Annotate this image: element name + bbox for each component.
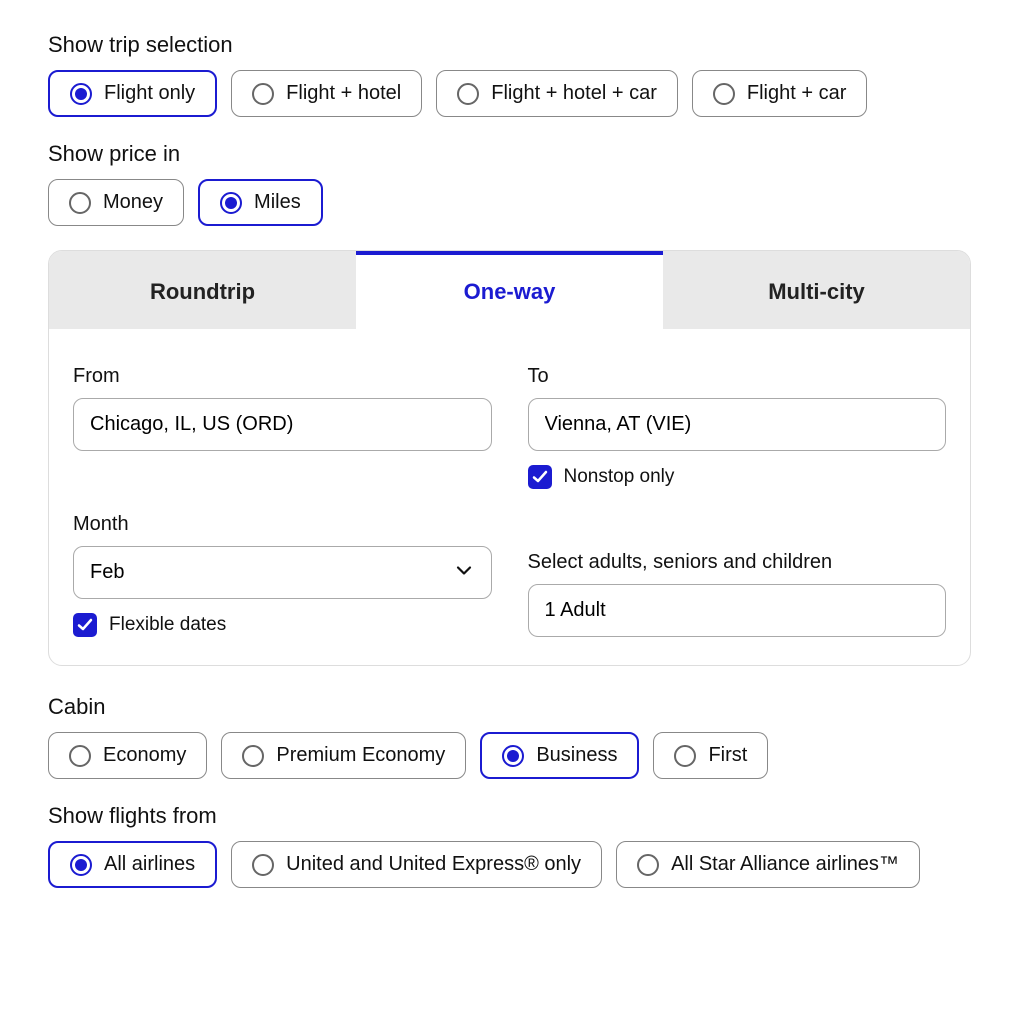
flights-from-option-united-and-united-express-only[interactable]: United and United Express® only — [231, 841, 602, 888]
travelers-label: Select adults, seniors and children — [528, 551, 947, 574]
from-input[interactable] — [73, 398, 492, 451]
nonstop-label: Nonstop only — [564, 466, 675, 488]
radio-icon — [220, 192, 242, 214]
travelers-select[interactable] — [528, 584, 947, 637]
month-label: Month — [73, 513, 492, 536]
cabin-option-label: Economy — [103, 744, 186, 767]
radio-icon — [242, 745, 264, 767]
trip-selection-option-label: Flight + hotel + car — [491, 82, 657, 105]
trip-selection-option-label: Flight + car — [747, 82, 846, 105]
cabin-option-label: Business — [536, 744, 617, 767]
trip-selection-group: Flight only Flight + hotel Flight + hotel … — [48, 70, 971, 117]
price-in-option-label: Miles — [254, 191, 301, 214]
trip-selection-option-flight-hotel[interactable]: Flight + hotel — [231, 70, 422, 117]
flights-from-option-label: All Star Alliance airlines™ — [671, 853, 899, 876]
price-in-option-money[interactable]: Money — [48, 179, 184, 226]
flexible-dates-checkbox-row[interactable]: Flexible dates — [73, 613, 492, 637]
radio-icon — [69, 192, 91, 214]
price-in-group: Money Miles — [48, 179, 971, 226]
radio-icon — [637, 854, 659, 876]
tab-roundtrip[interactable]: Roundtrip — [49, 251, 356, 329]
trip-type-tabs: RoundtripOne-wayMulti-city — [49, 251, 970, 329]
radio-icon — [70, 854, 92, 876]
radio-icon — [502, 745, 524, 767]
radio-icon — [674, 745, 696, 767]
radio-icon — [713, 83, 735, 105]
month-group: Month Flexible dates — [73, 513, 492, 637]
trip-selection-option-flight-hotel-car[interactable]: Flight + hotel + car — [436, 70, 678, 117]
cabin-option-economy[interactable]: Economy — [48, 732, 207, 779]
cabin-option-label: First — [708, 744, 747, 767]
radio-icon — [252, 83, 274, 105]
trip-type-panel: RoundtripOne-wayMulti-city From To Nonst… — [48, 250, 971, 666]
cabin-option-business[interactable]: Business — [480, 732, 639, 779]
trip-selection-option-flight-only[interactable]: Flight only — [48, 70, 217, 117]
trip-selection-label: Show trip selection — [48, 32, 971, 58]
cabin-option-label: Premium Economy — [276, 744, 445, 767]
cabin-option-first[interactable]: First — [653, 732, 768, 779]
to-group: To Nonstop only — [528, 365, 947, 489]
flights-from-group: All airlines United and United Express® o… — [48, 841, 971, 888]
to-label: To — [528, 365, 947, 388]
radio-icon — [69, 745, 91, 767]
trip-selection-option-label: Flight only — [104, 82, 195, 105]
price-in-option-label: Money — [103, 191, 163, 214]
tab-multi-city[interactable]: Multi-city — [663, 251, 970, 329]
cabin-label: Cabin — [48, 694, 971, 720]
checkbox-checked-icon — [528, 465, 552, 489]
search-form-body: From To Nonstop only Month — [49, 329, 970, 665]
nonstop-checkbox-row[interactable]: Nonstop only — [528, 465, 947, 489]
checkbox-checked-icon — [73, 613, 97, 637]
radio-icon — [70, 83, 92, 105]
trip-selection-option-flight-car[interactable]: Flight + car — [692, 70, 867, 117]
travelers-group: Select adults, seniors and children — [528, 513, 947, 637]
month-select[interactable] — [73, 546, 492, 599]
from-group: From — [73, 365, 492, 489]
flexible-dates-label: Flexible dates — [109, 614, 226, 636]
flights-from-option-label: United and United Express® only — [286, 853, 581, 876]
cabin-option-premium-economy[interactable]: Premium Economy — [221, 732, 466, 779]
flights-from-option-all-star-alliance-airlines[interactable]: All Star Alliance airlines™ — [616, 841, 920, 888]
radio-icon — [252, 854, 274, 876]
price-in-option-miles[interactable]: Miles — [198, 179, 323, 226]
cabin-group: Economy Premium Economy Business First — [48, 732, 971, 779]
flights-from-label: Show flights from — [48, 803, 971, 829]
trip-selection-option-label: Flight + hotel — [286, 82, 401, 105]
flights-from-option-all-airlines[interactable]: All airlines — [48, 841, 217, 888]
from-label: From — [73, 365, 492, 388]
flights-from-option-label: All airlines — [104, 853, 195, 876]
tab-one-way[interactable]: One-way — [356, 251, 663, 329]
price-in-label: Show price in — [48, 141, 971, 167]
to-input[interactable] — [528, 398, 947, 451]
radio-icon — [457, 83, 479, 105]
